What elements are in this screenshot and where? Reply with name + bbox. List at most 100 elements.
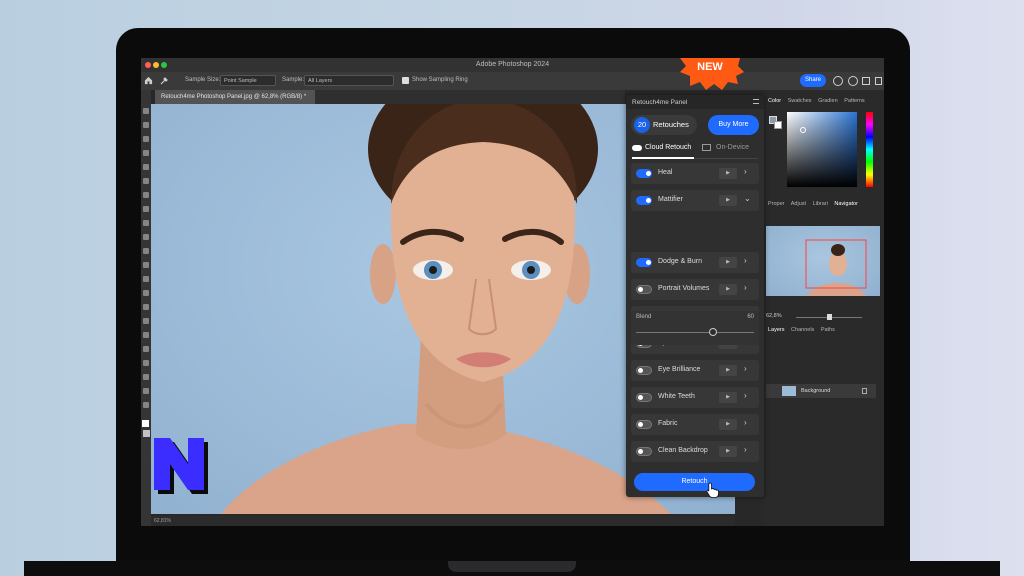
dodge-tool-icon[interactable] [143,304,149,310]
option-toggle[interactable] [636,258,652,267]
preview-play-icon[interactable]: ▶ [719,446,737,457]
preview-play-icon[interactable]: ▶ [719,195,737,206]
type-tool-icon[interactable] [143,332,149,338]
retouch-option-row[interactable]: Eye Brilliance ▶ › [631,360,759,381]
hand-tool-icon[interactable] [143,374,149,380]
retouch-option-row[interactable]: Heal ▶ › [631,163,759,184]
chevron-right-icon[interactable]: › [744,418,747,427]
chevron-right-icon[interactable]: › [744,256,747,265]
tab-cloud-retouch[interactable]: Cloud Retouch [645,144,691,151]
option-toggle[interactable] [636,447,652,456]
chevron-right-icon[interactable]: › [744,445,747,454]
tab-libraries[interactable]: Librari [813,201,828,207]
blend-slider-track[interactable] [636,332,754,333]
preview-play-icon[interactable]: ▶ [719,284,737,295]
healing-brush-icon[interactable] [143,206,149,212]
background-color-swatch[interactable] [143,430,150,437]
option-toggle[interactable] [636,420,652,429]
buy-more-button[interactable]: Buy More [708,115,759,135]
chevron-right-icon[interactable]: › [744,167,747,176]
sample-size-select[interactable]: Point Sample [220,75,276,86]
toggle-knob [638,449,643,454]
sample-select[interactable]: All Layers [304,75,394,86]
frame-tool-icon[interactable] [143,178,149,184]
badge-text: NEW [697,61,723,73]
tab-channels[interactable]: Channels [791,327,814,333]
option-toggle[interactable] [636,196,652,205]
blur-tool-icon[interactable] [143,290,149,296]
retouch-option-row[interactable]: White Teeth ▶ › [631,387,759,408]
retouch-option-row[interactable]: Clean Backdrop ▶ › [631,441,759,462]
chevron-right-icon[interactable]: › [744,283,747,292]
navigator-zoom[interactable]: 62,8% [766,313,782,319]
preview-play-icon[interactable]: ▶ [719,168,737,179]
panel-layout-icon[interactable] [875,77,882,85]
quick-select-tool-icon[interactable] [143,150,149,156]
eyedropper-tool-icon[interactable] [159,76,169,86]
move-tool-icon[interactable] [143,108,149,114]
blend-slider-handle[interactable] [708,328,717,336]
more-tools-icon[interactable] [143,402,149,408]
chevron-right-icon[interactable]: › [744,364,747,373]
workspace-icon[interactable] [862,77,870,85]
show-sampling-ring-checkbox[interactable] [402,77,409,84]
preview-play-icon[interactable]: ▶ [719,257,737,268]
layer-lock-icon[interactable] [862,388,867,394]
brush-tool-icon[interactable] [143,220,149,226]
eyedropper-icon[interactable] [143,192,149,198]
option-toggle[interactable] [636,393,652,402]
laptop-notch [448,561,576,572]
history-brush-icon[interactable] [143,248,149,254]
color-picker-cursor[interactable] [800,127,806,133]
gradient-tool-icon[interactable] [143,276,149,282]
tab-layers[interactable]: Layers [768,327,785,333]
tab-patterns[interactable]: Patterns [844,98,864,104]
share-button[interactable]: Share [800,74,826,87]
navigator-zoom-handle[interactable] [827,314,832,320]
tab-swatches[interactable]: Swatches [788,98,812,104]
tab-navigator[interactable]: Navigator [834,201,858,207]
tab-adjustments[interactable]: Adjust [791,201,806,207]
layer-thumbnail [782,386,796,396]
bg-color-chip[interactable] [774,121,782,129]
crop-tool-icon[interactable] [143,164,149,170]
zoom-tool-icon[interactable] [143,388,149,394]
tab-color[interactable]: Color [768,98,781,104]
path-select-icon[interactable] [143,346,149,352]
option-toggle[interactable] [636,366,652,375]
retouch-option-row[interactable]: Fabric ▶ › [631,414,759,435]
help-icon[interactable] [848,76,858,86]
tab-gradients[interactable]: Gradien [818,98,838,104]
marquee-tool-icon[interactable] [143,122,149,128]
chevron-down-icon[interactable]: ⌄ [744,194,751,203]
clone-stamp-icon[interactable] [143,234,149,240]
navigator-thumbnail[interactable] [766,226,880,296]
search-icon[interactable] [833,76,843,86]
eraser-tool-icon[interactable] [143,262,149,268]
rectangle-tool-icon[interactable] [143,360,149,366]
option-toggle[interactable] [636,285,652,294]
hue-slider[interactable] [866,112,873,187]
tab-paths[interactable]: Paths [821,327,835,333]
panel-menu-icon[interactable] [753,99,759,104]
home-icon[interactable] [144,76,153,85]
tab-on-device[interactable]: On-Device [716,144,749,151]
document-tab[interactable]: Retouch4me Photoshop Panel.jpg @ 62,8% (… [155,90,315,104]
status-zoom[interactable]: 62,81% [154,518,171,524]
retouch-option-row[interactable]: Dodge & Burn ▶ › [631,252,759,273]
color-picker-field[interactable] [787,112,857,187]
hand-cursor-icon [706,482,719,498]
retouch-option-row[interactable]: Mattifier ▶ ⌄ [631,190,759,211]
retouch-button[interactable]: Retouch [634,473,755,491]
lasso-tool-icon[interactable] [143,136,149,142]
preview-play-icon[interactable]: ▶ [719,419,737,430]
pen-tool-icon[interactable] [143,318,149,324]
layer-background-row[interactable]: Background [754,384,876,398]
foreground-color-swatch[interactable] [142,420,149,427]
option-toggle[interactable] [636,169,652,178]
retouch-option-row[interactable]: Portrait Volumes ▶ › [631,279,759,300]
tab-properties[interactable]: Proper [768,201,785,207]
preview-play-icon[interactable]: ▶ [719,365,737,376]
chevron-right-icon[interactable]: › [744,391,747,400]
preview-play-icon[interactable]: ▶ [719,392,737,403]
